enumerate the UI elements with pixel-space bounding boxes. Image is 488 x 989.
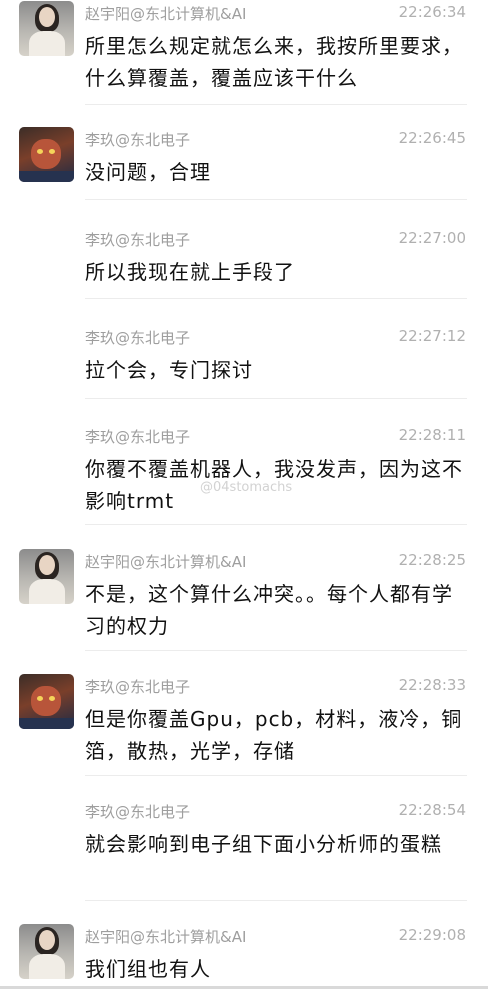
divider <box>85 650 467 651</box>
timestamp: 22:28:11 <box>398 426 466 444</box>
sender-name: 李玖@东北电子 <box>85 231 191 249</box>
avatar[interactable] <box>19 1 74 56</box>
message-text: 但是你覆盖Gpu，pcb，材料，液冷，铜箔，散热，光学，存储 <box>85 707 463 763</box>
divider <box>85 298 467 299</box>
timestamp: 22:26:34 <box>398 3 466 21</box>
divider <box>85 775 467 776</box>
timestamp: 22:27:00 <box>398 229 466 247</box>
divider <box>85 104 467 105</box>
divider <box>85 900 467 901</box>
timestamp: 22:27:12 <box>398 327 466 345</box>
sender-name: 李玖@东北电子 <box>85 329 191 347</box>
watermark: @04stomachs <box>200 480 293 495</box>
timestamp: 22:29:08 <box>398 926 466 944</box>
message-text: 我们组也有人 <box>85 957 211 981</box>
sender-name: 赵宇阳@东北计算机&AI <box>85 553 247 571</box>
message-text: 拉个会，专门探讨 <box>85 358 253 382</box>
divider <box>85 398 467 399</box>
avatar[interactable] <box>19 127 74 182</box>
message-text: 所里怎么规定就怎么来，我按所里要求，什么算覆盖，覆盖应该干什么 <box>85 34 463 90</box>
timestamp: 22:28:33 <box>398 676 466 694</box>
sender-name: 李玖@东北电子 <box>85 131 191 149</box>
sender-name: 赵宇阳@东北计算机&AI <box>85 928 247 946</box>
divider <box>85 199 467 200</box>
sender-name: 李玖@东北电子 <box>85 428 191 446</box>
timestamp: 22:26:45 <box>398 129 466 147</box>
sender-name: 李玖@东北电子 <box>85 803 191 821</box>
message-text: 没问题，合理 <box>85 160 211 184</box>
message-text: 就会影响到电子组下面小分析师的蛋糕 <box>85 832 442 856</box>
sender-name: 李玖@东北电子 <box>85 678 191 696</box>
message-text: 不是，这个算什么冲突。。每个人都有学习的权力 <box>85 582 453 638</box>
divider <box>85 524 467 525</box>
message-text: 所以我现在就上手段了 <box>85 260 295 284</box>
timestamp: 22:28:54 <box>398 801 466 819</box>
avatar[interactable] <box>19 549 74 604</box>
avatar[interactable] <box>19 924 74 979</box>
sender-name: 赵宇阳@东北计算机&AI <box>85 5 247 23</box>
avatar[interactable] <box>19 674 74 729</box>
timestamp: 22:28:25 <box>398 551 466 569</box>
